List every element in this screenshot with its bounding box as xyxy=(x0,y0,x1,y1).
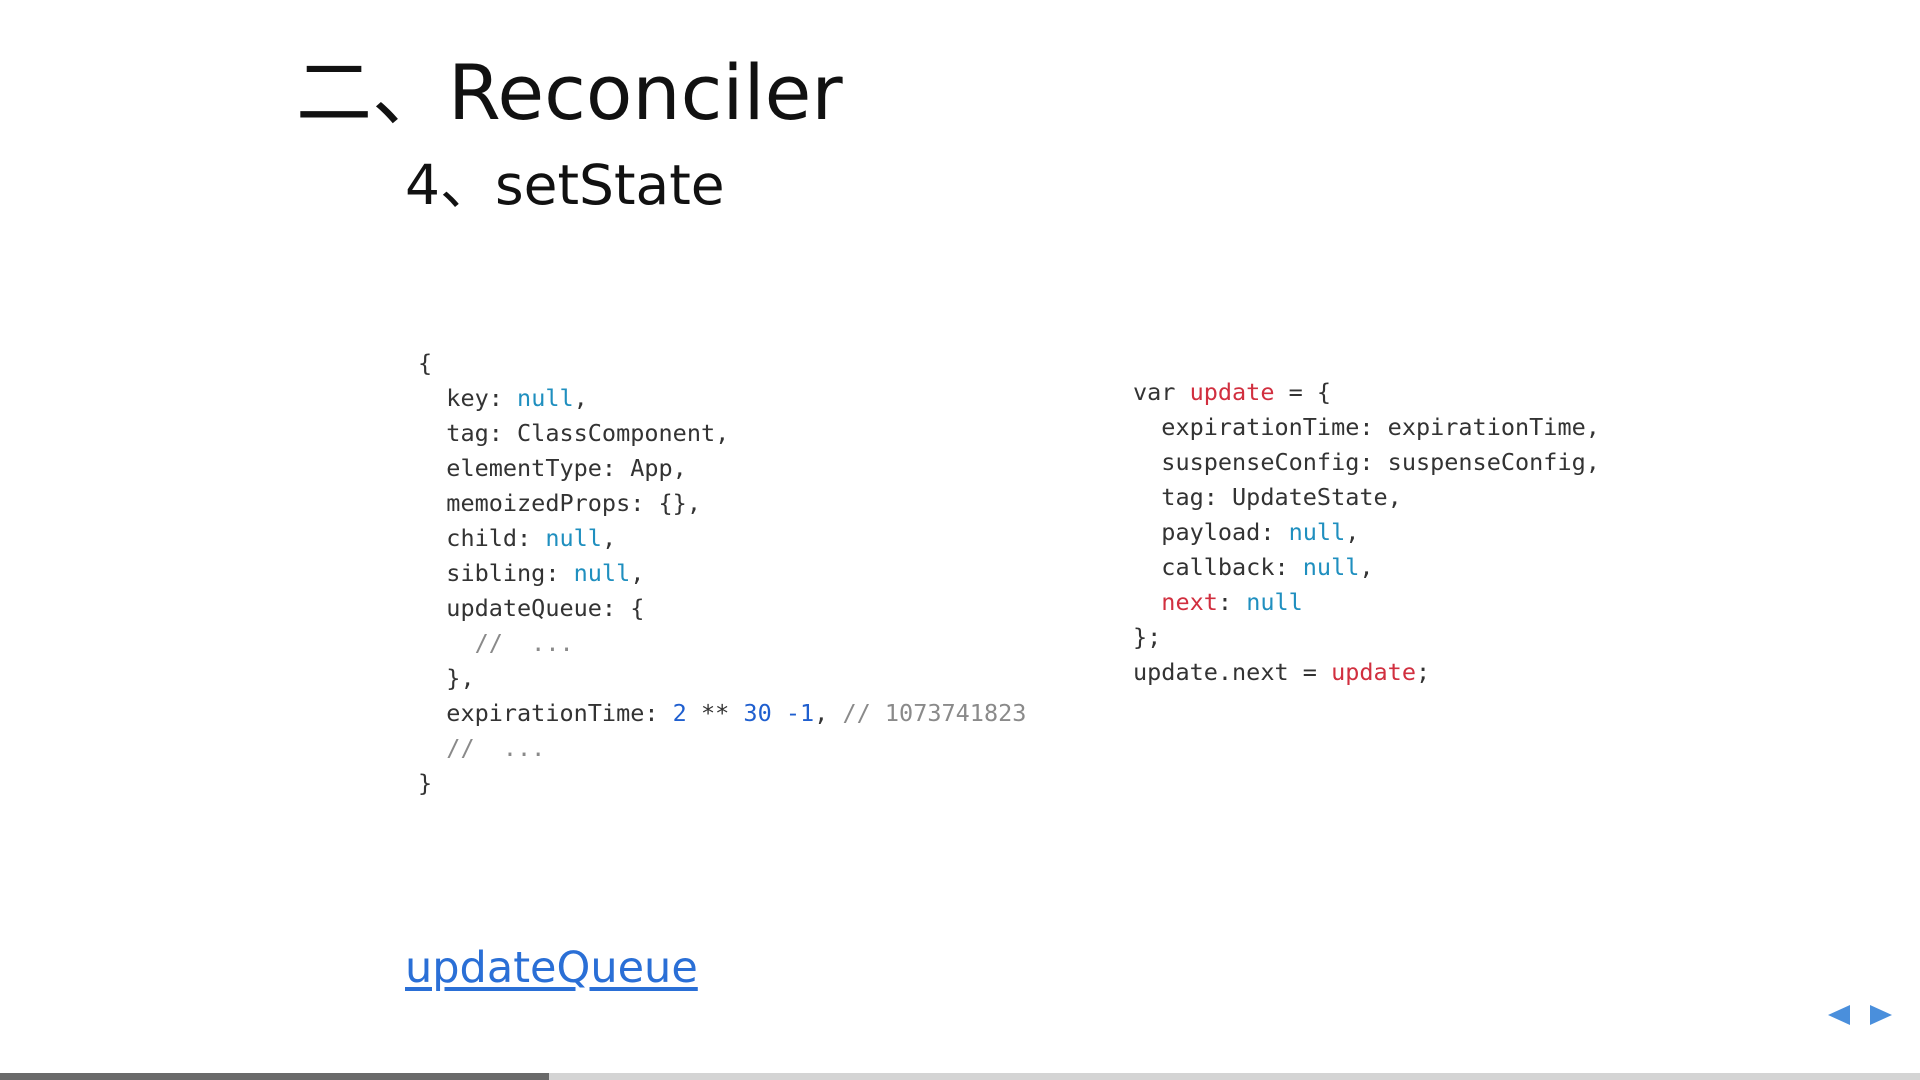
code-line: } xyxy=(418,766,1026,801)
slide-title: 二、Reconciler xyxy=(296,48,843,137)
code-token: null xyxy=(517,384,574,412)
slide-progress-bar xyxy=(0,1073,1920,1080)
code-line: suspenseConfig: suspenseConfig, xyxy=(1133,445,1600,480)
code-line: updateQueue: { xyxy=(418,591,1026,626)
code-line: expirationTime: expirationTime, xyxy=(1133,410,1600,445)
code-token: 2 xyxy=(672,699,687,727)
code-token: updateQueue: { xyxy=(418,594,645,622)
code-token: { xyxy=(418,349,433,377)
code-token: elementType: App, xyxy=(418,454,687,482)
code-token: update.next = xyxy=(1133,658,1332,686)
code-token: }, xyxy=(418,664,475,692)
triangle-right-icon[interactable] xyxy=(1866,1000,1896,1030)
fiber-object-code-block: { key: null, tag: ClassComponent, elemen… xyxy=(418,346,1026,801)
code-line: var update = { xyxy=(1133,375,1600,410)
code-token: sibling: xyxy=(418,559,574,587)
code-token: , xyxy=(573,384,588,412)
code-token: tag: UpdateState, xyxy=(1133,483,1402,511)
code-token: // ... xyxy=(418,734,546,762)
code-line: }, xyxy=(418,661,1026,696)
code-token: null xyxy=(573,559,631,587)
code-line: payload: null, xyxy=(1133,515,1600,550)
code-token: suspenseConfig: suspenseConfig, xyxy=(1133,448,1600,476)
update-queue-link[interactable]: updateQueue xyxy=(405,940,698,996)
code-line: // ... xyxy=(418,731,1026,766)
code-line: key: null, xyxy=(418,381,1026,416)
code-token: update xyxy=(1331,658,1416,686)
code-token: null xyxy=(1302,553,1360,581)
code-token: expirationTime: expirationTime, xyxy=(1133,413,1600,441)
code-line: sibling: null, xyxy=(418,556,1026,591)
code-token: var xyxy=(1133,378,1190,406)
code-token: , xyxy=(630,559,645,587)
code-line: child: null, xyxy=(418,521,1026,556)
code-token: next xyxy=(1161,588,1218,616)
update-object-code-block: var update = { expirationTime: expiratio… xyxy=(1133,375,1600,690)
code-token: ** xyxy=(686,699,744,727)
code-token: child: xyxy=(418,524,546,552)
code-line: update.next = update; xyxy=(1133,655,1600,690)
code-token: null xyxy=(1288,518,1346,546)
code-line: expirationTime: 2 ** 30 -1, // 107374182… xyxy=(418,696,1026,731)
code-line: { xyxy=(418,346,1026,381)
code-token: // 1073741823 xyxy=(842,699,1027,727)
code-token: } xyxy=(418,769,433,797)
code-token: callback: xyxy=(1133,553,1303,581)
code-token: : xyxy=(1217,588,1247,616)
code-line: }; xyxy=(1133,620,1600,655)
code-token: null xyxy=(545,524,602,552)
slide: 二、Reconciler 4、setState { key: null, tag… xyxy=(0,0,1920,1080)
code-token: tag: ClassComponent, xyxy=(418,419,730,447)
code-line: tag: UpdateState, xyxy=(1133,480,1600,515)
code-line: elementType: App, xyxy=(418,451,1026,486)
code-token: }; xyxy=(1133,623,1162,651)
triangle-left-icon[interactable] xyxy=(1824,1000,1854,1030)
code-token: -1 xyxy=(785,699,815,727)
code-token: key: xyxy=(418,384,518,412)
code-line: next: null xyxy=(1133,585,1600,620)
code-token: update xyxy=(1189,378,1275,406)
code-line: // ... xyxy=(418,626,1026,661)
code-line: tag: ClassComponent, xyxy=(418,416,1026,451)
code-token: payload: xyxy=(1133,518,1289,546)
code-token: , xyxy=(814,699,843,727)
code-token: = { xyxy=(1274,378,1332,406)
code-token: , xyxy=(601,524,617,552)
code-token: ; xyxy=(1415,658,1431,686)
code-line: memoizedProps: {}, xyxy=(418,486,1026,521)
code-token: memoizedProps: {}, xyxy=(418,489,701,517)
code-token: , xyxy=(1345,518,1360,546)
slide-subtitle: 4、setState xyxy=(405,153,725,217)
code-line: callback: null, xyxy=(1133,550,1600,585)
code-token: , xyxy=(1359,553,1374,581)
slide-progress-fill xyxy=(0,1073,550,1080)
code-token: 30 xyxy=(743,699,772,727)
code-token: expirationTime: xyxy=(418,699,673,727)
code-token: null xyxy=(1246,588,1303,616)
code-token: // ... xyxy=(418,629,574,657)
